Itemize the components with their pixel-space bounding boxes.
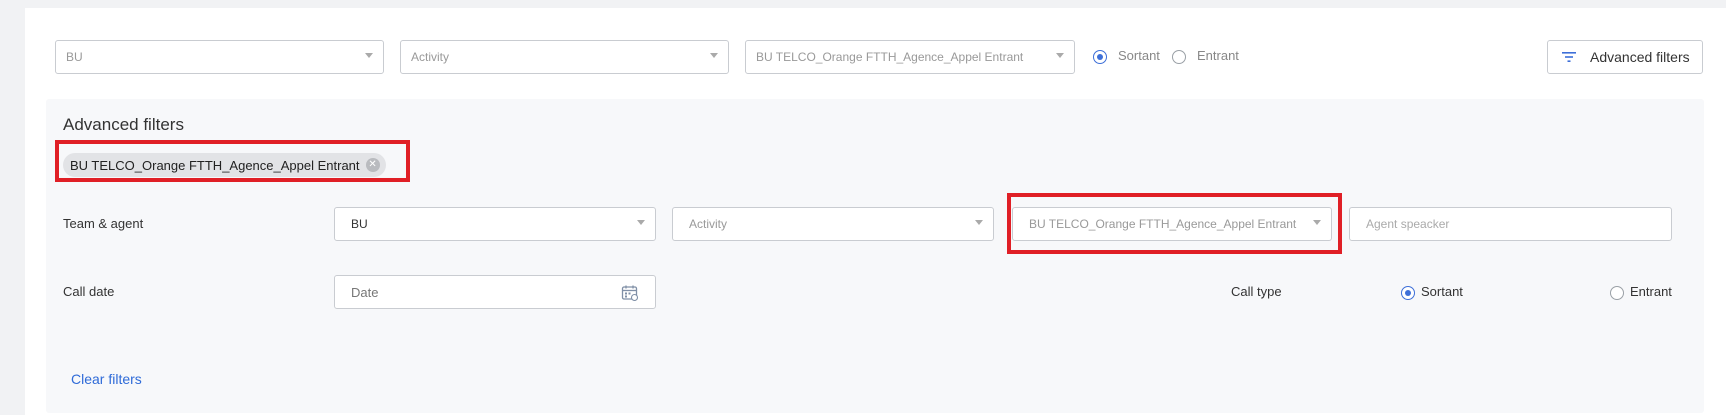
team-activity-select[interactable]: Activity	[672, 207, 994, 241]
activity-select[interactable]: Activity	[400, 40, 729, 74]
call-type-label: Call type	[1231, 284, 1282, 299]
chevron-down-icon	[975, 220, 983, 225]
radio-sortant-top[interactable]	[1093, 50, 1107, 64]
filter-lines-icon	[1562, 51, 1576, 63]
team-bu-select[interactable]: BU	[334, 207, 656, 241]
radio-entrant-top[interactable]	[1172, 50, 1186, 64]
calendar-icon[interactable]	[621, 284, 639, 302]
activity-select-placeholder: Activity	[411, 50, 450, 64]
chevron-down-icon	[1056, 53, 1064, 58]
clear-filters-link[interactable]: Clear filters	[71, 371, 142, 387]
radio-sortant-calltype[interactable]	[1401, 286, 1415, 300]
advanced-filters-button[interactable]: Advanced filters	[1547, 40, 1703, 74]
highlight-box-chip	[55, 140, 410, 182]
highlight-box-campaign	[1007, 193, 1342, 254]
agent-speaker-input[interactable]: Agent speacker	[1349, 207, 1672, 241]
radio-entrant-calltype[interactable]	[1610, 286, 1624, 300]
radio-entrant-top-label: Entrant	[1197, 48, 1239, 63]
radio-sortant-calltype-label: Sortant	[1421, 284, 1463, 299]
agent-speaker-placeholder: Agent speacker	[1366, 217, 1450, 231]
campaign-select-value: BU TELCO_Orange FTTH_Agence_Appel Entran…	[756, 50, 1024, 64]
radio-sortant-top-label: Sortant	[1118, 48, 1160, 63]
call-date-placeholder: Date	[351, 284, 379, 300]
advanced-filters-button-label: Advanced filters	[1590, 49, 1690, 65]
team-agent-label: Team & agent	[63, 216, 144, 231]
team-bu-value: BU	[351, 217, 368, 231]
call-date-label: Call date	[63, 284, 115, 299]
radio-entrant-calltype-label: Entrant	[1630, 284, 1672, 299]
chevron-down-icon	[710, 53, 718, 58]
call-date-input[interactable]: Date	[334, 275, 656, 309]
bu-select[interactable]: BU	[55, 40, 384, 74]
bu-select-placeholder: BU	[66, 50, 83, 64]
campaign-select[interactable]: BU TELCO_Orange FTTH_Agence_Appel Entran…	[745, 40, 1075, 74]
panel-title: Advanced filters	[63, 115, 184, 134]
chevron-down-icon	[365, 53, 373, 58]
chevron-down-icon	[637, 220, 645, 225]
team-activity-placeholder: Activity	[689, 217, 728, 231]
